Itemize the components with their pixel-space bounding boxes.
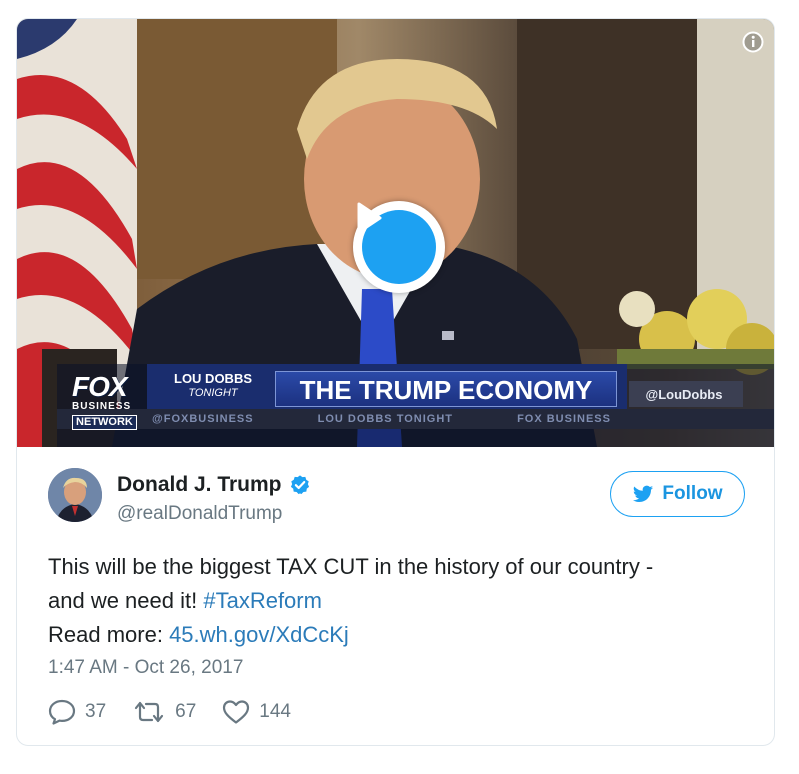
retweet-icon [135, 701, 164, 723]
tweet-timestamp[interactable]: 1:47 AM - Oct 26, 2017 [48, 657, 243, 679]
video-thumbnail[interactable]: FOX BUSINESS NETWORK LOU DOBBS TONIGHT T… [17, 19, 774, 447]
author-handle[interactable]: @realDonaldTrump [117, 503, 282, 525]
fox-business-logo: FOX BUSINESS NETWORK [72, 371, 152, 430]
avatar[interactable] [48, 468, 102, 522]
tweet-text-line1: This will be the biggest TAX CUT in the … [48, 554, 654, 579]
reply-count: 37 [85, 701, 107, 722]
reply-icon [48, 699, 76, 725]
ticker-item: LOU DOBBS TONIGHT [317, 413, 453, 425]
verified-badge-icon [289, 474, 311, 496]
show-name-line1: LOU DOBBS [174, 371, 252, 386]
retweet-count: 67 [175, 701, 197, 722]
show-name-line2: TONIGHT [188, 387, 238, 399]
play-button[interactable] [353, 201, 445, 293]
retweet-button[interactable]: 67 [132, 700, 196, 724]
follow-button[interactable]: Follow [610, 471, 745, 517]
read-more-label: Read more: [48, 622, 170, 647]
embedded-tweet-card: FOX BUSINESS NETWORK LOU DOBBS TONIGHT T… [16, 18, 775, 746]
hashtag-link[interactable]: #TaxReform [203, 588, 322, 613]
chyron-headline: THE TRUMP ECONOMY [275, 371, 617, 407]
short-url-link[interactable]: 45.wh.gov/XdCcKj [169, 622, 349, 647]
ticker-item: @FOXBUSINESS [152, 413, 254, 425]
tweet-text-line2: and we need it! [48, 588, 204, 613]
tweet-body: Donald J. Trump @realDonaldTrump Follow … [17, 447, 774, 745]
ticker-text: @FOXBUSINESS LOU DOBBS TONIGHT FOX BUSIN… [152, 411, 774, 427]
lapel-pin [442, 331, 454, 340]
play-icon [357, 202, 436, 284]
heart-icon [223, 700, 250, 724]
follow-label: Follow [662, 483, 723, 504]
chyron-handle: @LouDobbs [645, 387, 723, 402]
twitter-bird-icon [633, 485, 654, 502]
display-name: Donald J. Trump [117, 473, 282, 496]
ticker-item: FOX BUSINESS [517, 413, 611, 425]
author-name[interactable]: Donald J. Trump [117, 473, 311, 497]
show-name: LOU DOBBS TONIGHT [157, 371, 269, 407]
like-button[interactable]: 144 [222, 699, 291, 725]
info-icon[interactable] [742, 31, 764, 53]
business-wordmark: BUSINESS [72, 401, 132, 412]
network-wordmark: NETWORK [72, 415, 137, 430]
fox-wordmark: FOX [72, 371, 128, 402]
tweet-actions: 37 67 144 [48, 699, 317, 725]
reply-button[interactable]: 37 [48, 699, 106, 725]
tweet-text: This will be the biggest TAX CUT in the … [48, 550, 748, 652]
like-count: 144 [259, 701, 291, 722]
